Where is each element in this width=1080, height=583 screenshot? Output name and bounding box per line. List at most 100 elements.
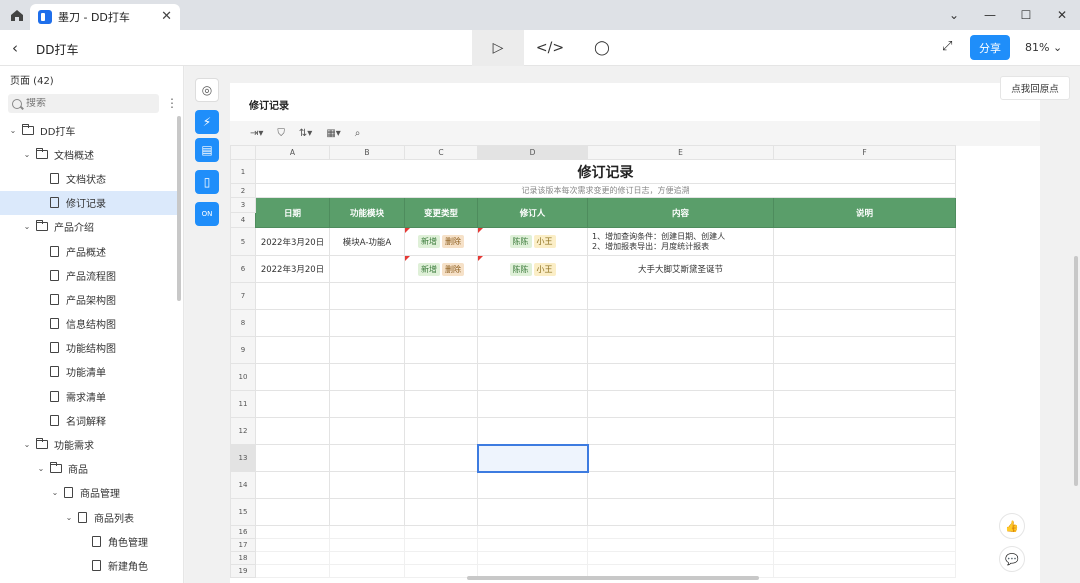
sheet-cell[interactable]: [477, 498, 588, 526]
date-cell[interactable]: 2022年3月20日: [255, 255, 330, 283]
sheet-cell[interactable]: [329, 564, 405, 578]
more-options-icon[interactable]: ⋮: [166, 96, 178, 110]
sheet-cell[interactable]: [255, 551, 330, 565]
row-number[interactable]: 6: [230, 255, 256, 283]
sidebar-item[interactable]: ⌄ 商品列表: [0, 505, 178, 529]
corner-cell[interactable]: [230, 145, 256, 160]
row-number[interactable]: 17: [230, 538, 256, 552]
sheet-cell[interactable]: [329, 336, 405, 364]
sheet-cell[interactable]: [404, 538, 478, 552]
sidebar-item[interactable]: 角色管理: [0, 529, 178, 553]
sheet-cell[interactable]: [773, 551, 956, 565]
header-cell[interactable]: 内容: [587, 197, 774, 228]
sheet-cell[interactable]: [329, 525, 405, 539]
close-button[interactable]: ✕: [1044, 0, 1080, 30]
column-header[interactable]: E: [587, 145, 774, 160]
preview-mode-button[interactable]: ▷: [472, 30, 524, 66]
sheet-cell[interactable]: [255, 538, 330, 552]
sidebar-item[interactable]: 产品架构图: [0, 287, 178, 311]
row-number[interactable]: 10: [230, 363, 256, 391]
module-cell[interactable]: [329, 255, 405, 283]
sheet-cell[interactable]: [404, 564, 478, 578]
sheet-cell[interactable]: [404, 309, 478, 337]
sheet-title[interactable]: 修订记录: [255, 159, 956, 184]
date-cell[interactable]: 2022年3月20日: [255, 227, 330, 256]
sheet-cell[interactable]: [587, 551, 774, 565]
document-icon[interactable]: ▤: [195, 138, 219, 162]
sidebar-item[interactable]: ⌄ 功能需求: [0, 432, 178, 456]
chevron-down-icon[interactable]: ⌄: [22, 150, 32, 159]
browser-tab[interactable]: 墨刀 - DD打车 ✕: [30, 4, 180, 30]
sheet-cell[interactable]: [329, 538, 405, 552]
row-number[interactable]: 3: [230, 197, 256, 213]
column-header[interactable]: D: [477, 145, 588, 160]
sheet-cell[interactable]: [329, 444, 405, 472]
sheet-cell[interactable]: [255, 525, 330, 539]
reset-origin-button[interactable]: 点我回原点: [1000, 76, 1070, 100]
sidebar-item[interactable]: 功能清单: [0, 360, 178, 384]
toggle-icon[interactable]: ON: [195, 202, 219, 226]
sheet-cell[interactable]: [404, 390, 478, 418]
sheet-cell[interactable]: [477, 390, 588, 418]
sheet-cell[interactable]: [255, 498, 330, 526]
view-icon[interactable]: ▦▾: [326, 128, 340, 139]
sheet-cell[interactable]: [329, 471, 405, 499]
sidebar-item[interactable]: 功能结构图: [0, 336, 178, 360]
target-icon[interactable]: ◎: [195, 78, 219, 102]
sheet-cell[interactable]: [587, 444, 774, 472]
code-mode-button[interactable]: </>: [524, 30, 576, 66]
sheet-cell[interactable]: [477, 336, 588, 364]
sheet-cell[interactable]: [404, 282, 478, 310]
row-number[interactable]: 2: [230, 183, 256, 198]
note-cell[interactable]: [773, 255, 956, 283]
sheet-cell[interactable]: [773, 417, 956, 445]
sheet-cell[interactable]: [329, 417, 405, 445]
sheet-cell[interactable]: [477, 417, 588, 445]
row-number[interactable]: 8: [230, 309, 256, 337]
sheet-cell[interactable]: [587, 538, 774, 552]
sheet-cell[interactable]: [404, 551, 478, 565]
sheet-cell[interactable]: [404, 444, 478, 472]
sheet-cell[interactable]: [773, 282, 956, 310]
sheet-cell[interactable]: [773, 309, 956, 337]
row-number[interactable]: 12: [230, 417, 256, 445]
sheet-cell[interactable]: [587, 336, 774, 364]
canvas-vertical-scrollbar[interactable]: [1074, 256, 1078, 486]
row-number[interactable]: 16: [230, 525, 256, 539]
sheet-cell[interactable]: [477, 551, 588, 565]
sheet-cell[interactable]: [329, 309, 405, 337]
sheet-cell[interactable]: [477, 282, 588, 310]
row-number[interactable]: 19: [230, 564, 256, 578]
back-arrow-icon[interactable]: ‹: [12, 39, 18, 57]
sheet-cell[interactable]: [329, 498, 405, 526]
sheet-cell[interactable]: [255, 417, 330, 445]
sheet-cell[interactable]: [587, 525, 774, 539]
sheet-cell[interactable]: [587, 282, 774, 310]
comment-mode-button[interactable]: ◯: [576, 30, 628, 66]
lightning-icon[interactable]: ⚡: [195, 110, 219, 134]
sheet-cell[interactable]: [587, 498, 774, 526]
search-input[interactable]: [26, 98, 146, 109]
sheet-cell[interactable]: [255, 363, 330, 391]
sort-icon[interactable]: ⇅▾: [299, 128, 312, 139]
sheet-cell[interactable]: [773, 498, 956, 526]
sheet-cell[interactable]: [255, 564, 330, 578]
sheet-cell[interactable]: [773, 538, 956, 552]
sheet-cell[interactable]: [329, 551, 405, 565]
sheet-cell[interactable]: [477, 309, 588, 337]
find-icon[interactable]: ⌕: [355, 128, 361, 139]
column-header[interactable]: A: [255, 145, 330, 160]
sheet-cell[interactable]: [404, 525, 478, 539]
sheet-cell[interactable]: [404, 498, 478, 526]
row-number[interactable]: 15: [230, 498, 256, 526]
sheet-cell[interactable]: [404, 417, 478, 445]
thumbs-up-icon[interactable]: 👍: [999, 513, 1025, 539]
sidebar-item[interactable]: 名词解释: [0, 408, 178, 432]
sidebar-item[interactable]: 需求清单: [0, 384, 178, 408]
sidebar-item[interactable]: 信息结构图: [0, 312, 178, 336]
sheet-cell[interactable]: [477, 363, 588, 391]
sheet-cell[interactable]: [587, 471, 774, 499]
header-cell[interactable]: 修订人: [477, 197, 588, 228]
chevron-down-icon[interactable]: ⌄: [64, 513, 74, 522]
sheet-cell[interactable]: [773, 363, 956, 391]
